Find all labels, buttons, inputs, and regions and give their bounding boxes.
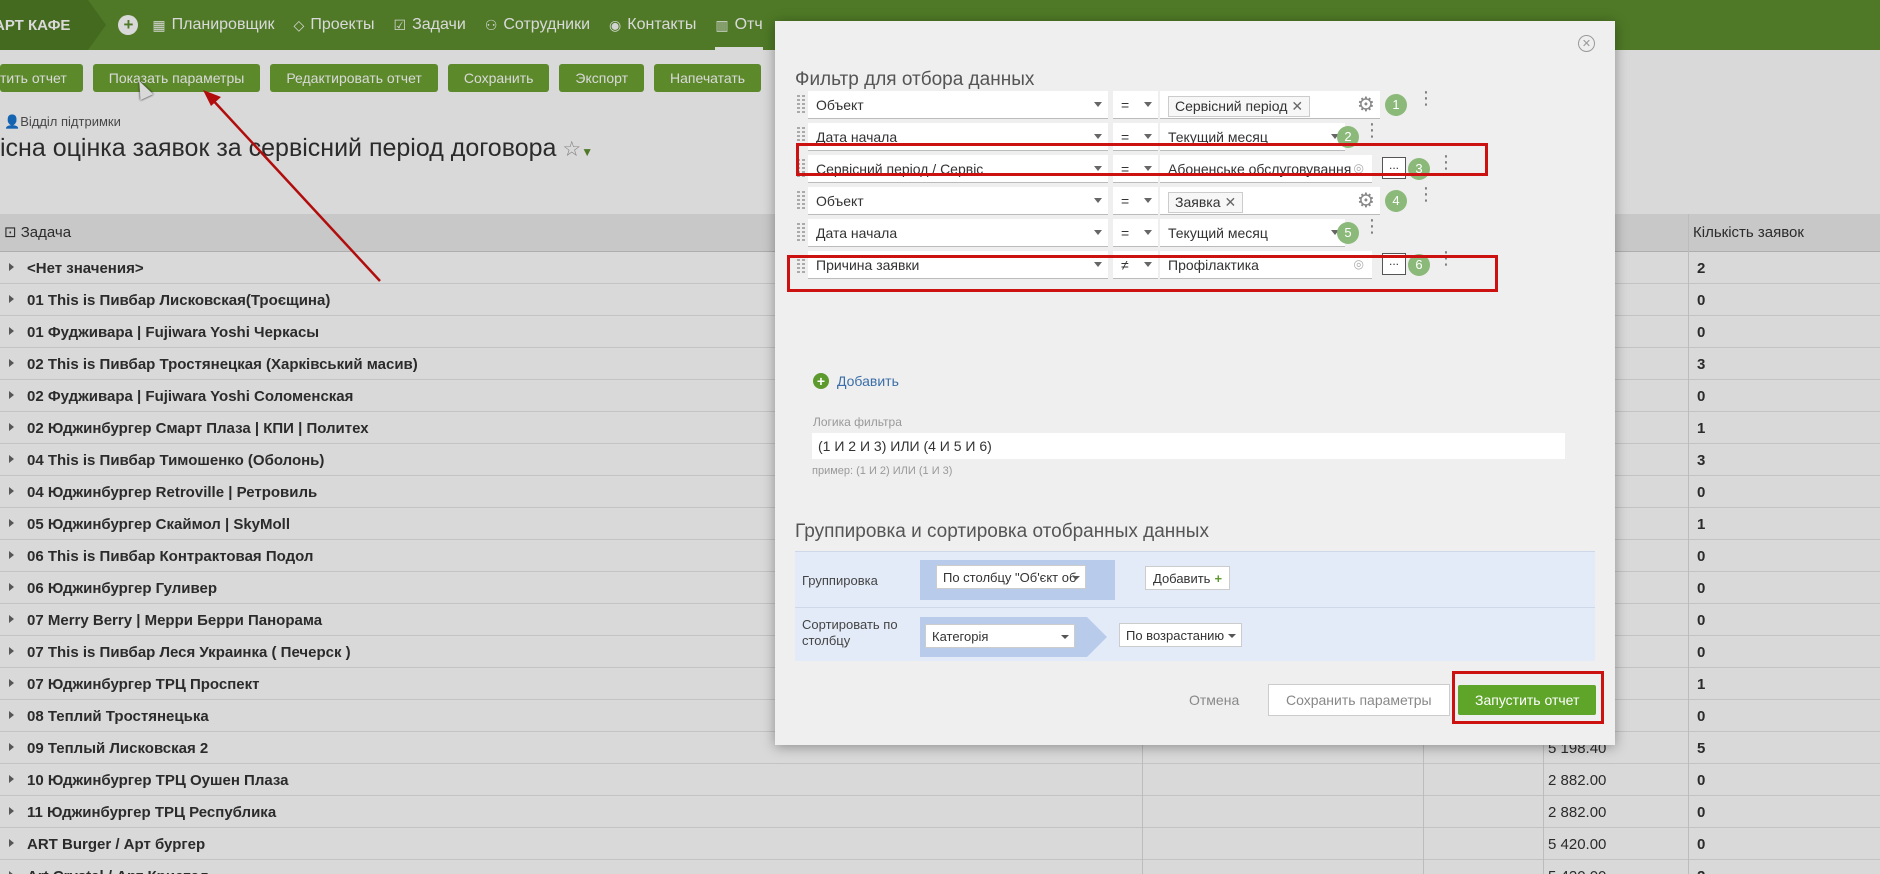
more-options-icon[interactable]: ⋮ (1417, 185, 1435, 203)
chevron-down-icon (1144, 134, 1152, 139)
remove-icon[interactable]: ✕ (1291, 98, 1303, 114)
filter-row: Объект = Заявка ✕ ⚙ 4 ⋮ (795, 185, 1595, 215)
filter-logic-hint: пример: (1 И 2) ИЛИ (1 И 3) (812, 465, 953, 477)
add-filter-button[interactable]: + Добавить (813, 373, 899, 389)
filter-field-value: Дата начала (816, 225, 898, 241)
filter-value-field[interactable]: Текущий месяц (1160, 219, 1345, 247)
drag-handle-icon[interactable] (797, 191, 805, 211)
chevron-down-icon (1144, 230, 1152, 235)
sort-column-select[interactable]: Категорія (925, 624, 1075, 648)
filter-field-select[interactable]: Объект (808, 187, 1108, 215)
gear-icon[interactable]: ⚙ (1357, 188, 1375, 213)
value-chip-label: Сервісний період (1175, 98, 1288, 114)
grouping-add-label: Добавить (1153, 571, 1211, 586)
sort-arrow-shape (1087, 617, 1107, 657)
gear-icon[interactable]: ⚙ (1357, 92, 1375, 117)
save-params-button[interactable]: Сохранить параметры (1268, 684, 1450, 716)
filter-operator-select[interactable]: = (1113, 219, 1158, 247)
cancel-button[interactable]: Отмена (1189, 692, 1239, 708)
filter-field-select[interactable]: Дата начала (808, 219, 1108, 247)
drag-handle-icon[interactable] (797, 223, 805, 243)
filter-number-badge: 5 (1337, 222, 1359, 244)
filter-dialog-title: Фильтр для отбора данных (795, 69, 1035, 90)
highlight-box (1452, 671, 1604, 724)
filter-row: Дата начала = Текущий месяц 5 ⋮ (795, 217, 1595, 247)
highlight-box (787, 255, 1498, 292)
filter-value-text: Текущий месяц (1168, 225, 1268, 241)
filter-number-badge: 4 (1385, 190, 1407, 212)
filter-field-value: Объект (816, 193, 864, 209)
value-chip-label: Заявка (1175, 194, 1221, 210)
close-icon[interactable]: ✕ (1578, 35, 1595, 52)
filter-logic-input[interactable]: (1 И 2 И 3) ИЛИ (4 И 5 И 6) (812, 433, 1565, 459)
grouping-column-select[interactable]: По столбцу "Об'єкт об (936, 565, 1086, 589)
filter-operator-select[interactable]: = (1113, 91, 1158, 119)
plus-circle-icon: + (813, 373, 829, 389)
grouping-add-button[interactable]: Добавить + (1145, 566, 1231, 590)
filter-value-field[interactable]: Заявка ✕ (1160, 187, 1380, 215)
sort-column-value: Категорія (932, 629, 989, 644)
highlight-box (796, 143, 1488, 176)
divider (795, 607, 1595, 608)
sort-order-select[interactable]: По возрастанию (1119, 623, 1242, 647)
chevron-down-icon (1228, 634, 1236, 638)
add-filter-label: Добавить (837, 373, 899, 389)
sort-label: Сортировать по столбцу (802, 617, 898, 648)
chevron-down-icon (1094, 134, 1102, 139)
value-chip: Сервісний період ✕ (1168, 96, 1311, 117)
filter-row: Объект = Сервісний період ✕ ⚙ 1 ⋮ (795, 89, 1595, 119)
grouping-label: Группировка (802, 573, 878, 588)
chevron-down-icon (1094, 230, 1102, 235)
chevron-down-icon (1061, 635, 1069, 639)
plus-icon: + (1214, 571, 1223, 586)
sort-order-value: По возрастанию (1126, 628, 1225, 643)
chevron-down-icon (1144, 102, 1152, 107)
filter-value-field[interactable]: Сервісний період ✕ (1160, 91, 1380, 119)
filter-field-select[interactable]: Объект (808, 91, 1108, 119)
remove-icon[interactable]: ✕ (1224, 194, 1236, 210)
chevron-down-icon (1072, 576, 1080, 580)
grouping-section-title: Группировка и сортировка отобранных данн… (795, 521, 1209, 542)
filter-dialog: ✕ Фильтр для отбора данных Объект = Сервіс… (775, 21, 1615, 745)
more-options-icon[interactable]: ⋮ (1363, 121, 1381, 139)
filter-operator-value: = (1121, 97, 1130, 113)
value-chip: Заявка ✕ (1168, 192, 1244, 213)
filter-number-badge: 1 (1385, 94, 1407, 116)
more-options-icon[interactable]: ⋮ (1417, 89, 1435, 107)
chevron-down-icon (1094, 198, 1102, 203)
filter-operator-value: = (1121, 225, 1130, 241)
more-options-icon[interactable]: ⋮ (1363, 217, 1381, 235)
chevron-down-icon (1094, 102, 1102, 107)
filter-field-value: Объект (816, 97, 864, 113)
filter-operator-value: = (1121, 193, 1130, 209)
grouping-panel: Группировка По столбцу "Об'єкт об Добави… (795, 551, 1595, 661)
filter-operator-select[interactable]: = (1113, 187, 1158, 215)
drag-handle-icon[interactable] (797, 95, 805, 115)
filter-logic-label: Логика фильтра (813, 415, 902, 429)
chevron-down-icon (1144, 198, 1152, 203)
grouping-column-value: По столбцу "Об'єкт об (943, 570, 1077, 585)
